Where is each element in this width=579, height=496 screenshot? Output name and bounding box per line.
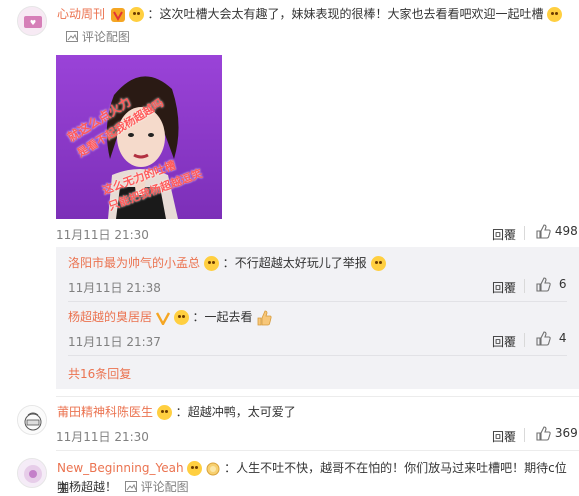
reply-divider [68,301,567,302]
comment-text-row: 心动周刊 ：这次吐槽大会太有趣了，妹妹表现的很棒！大家也去看看吧欢迎一起吐槽 [57,6,563,22]
medal-icon [206,462,220,475]
reply-row: 洛阳市最为帅气的小孟总 ：不行超越太好玩儿了举报 [68,255,386,271]
reply-button[interactable]: 回覆 [492,279,516,296]
reply-text: 一起去看 [204,310,253,324]
like-button[interactable]: 6 [536,277,566,292]
reply-button[interactable]: 回覆 [492,428,516,445]
comment-text: 超越冲鸭，太可爱了 [187,405,296,419]
divider [524,279,525,293]
like-count: 369 [554,426,578,440]
laugh-emoji-icon [187,461,203,476]
like-button[interactable]: 369 [536,426,578,441]
reply-row: 杨超越的臭居居 ：一起去看 [68,309,272,326]
laugh-emoji-icon [173,310,189,325]
wink-emoji-icon [547,7,563,22]
divider [524,226,525,240]
reply-time: 11月11日 21:38 [68,281,161,295]
laugh-emoji-icon [128,7,144,22]
thumbs-up-icon [536,224,551,239]
comment-username[interactable]: New_Beginning_Yeah [57,461,184,475]
comment-text: 这次吐槽大会太有趣了，妹妹表现的很棒！大家也去看看吧欢迎一起吐槽 [159,7,544,21]
reply-button[interactable]: 回覆 [492,226,516,243]
reply-username[interactable]: 杨超越的臭居居 [68,310,152,324]
comment-username[interactable]: 莆田精神科陈医生 [57,405,153,419]
avatar[interactable] [17,405,47,435]
comment-text-cont: 咖杨超越！ [57,480,118,494]
thumbs-up-icon [536,426,551,441]
grin-emoji-icon [370,256,386,271]
like-count: 498 [554,224,578,238]
replies-box: 洛阳市最为帅气的小孟总 ：不行超越太好玩儿了举报 11月11日 21:38 回覆… [56,247,579,389]
comment-text-row-2: 咖杨超越！ 评论配图 [57,479,189,495]
comment-text-row: 莆田精神科陈医生 ：超越冲鸭，太可爱了 [57,405,296,420]
avatar[interactable] [17,458,47,488]
image-icon [124,481,137,492]
thumbs-up-icon [536,331,551,346]
avatar-image [18,459,46,487]
avatar-image: ♥ [18,7,46,35]
reply-divider [68,355,567,356]
laugh-emoji-icon [203,256,219,271]
comment-time: 11月11日 21:30 [56,228,149,242]
comment-image[interactable]: 就这么点火力 是看不起我杨超越吗 这么无力的吐槽 只能把我杨超越逗笑 [56,55,222,219]
comment-pic-link[interactable]: 评论配图 [66,30,130,44]
vip-v-icon [155,311,170,325]
like-button[interactable]: 498 [536,224,578,239]
more-replies-link[interactable]: 共16条回复 [68,365,131,382]
comment-divider [56,396,579,397]
comment-divider [56,450,579,451]
comment-time: 11月11日 21:30 [56,430,149,444]
reply-time: 11月11日 21:37 [68,335,161,349]
comment-pic-link[interactable]: 评论配图 [124,480,189,494]
thumbs-up-icon [536,277,551,292]
like-button[interactable]: 4 [536,331,566,346]
reply-text: 不行超越太好玩儿了举报 [234,256,367,270]
reply-button[interactable]: 回覆 [492,333,516,350]
like-count: 4 [558,331,567,345]
image-icon [66,31,78,42]
divider [524,428,525,442]
laugh-emoji-icon [156,405,172,420]
divider [524,333,525,347]
reply-username[interactable]: 洛阳市最为帅气的小孟总 [68,256,200,270]
like-count: 6 [558,277,567,291]
avatar[interactable]: ♥ [17,6,47,36]
verified-v-icon [110,7,125,22]
thumbs-up-emoji-icon [257,310,272,325]
avatar-image [18,406,46,434]
svg-text:♥: ♥ [30,19,36,27]
comment-username[interactable]: 心动周刊 [57,7,105,21]
